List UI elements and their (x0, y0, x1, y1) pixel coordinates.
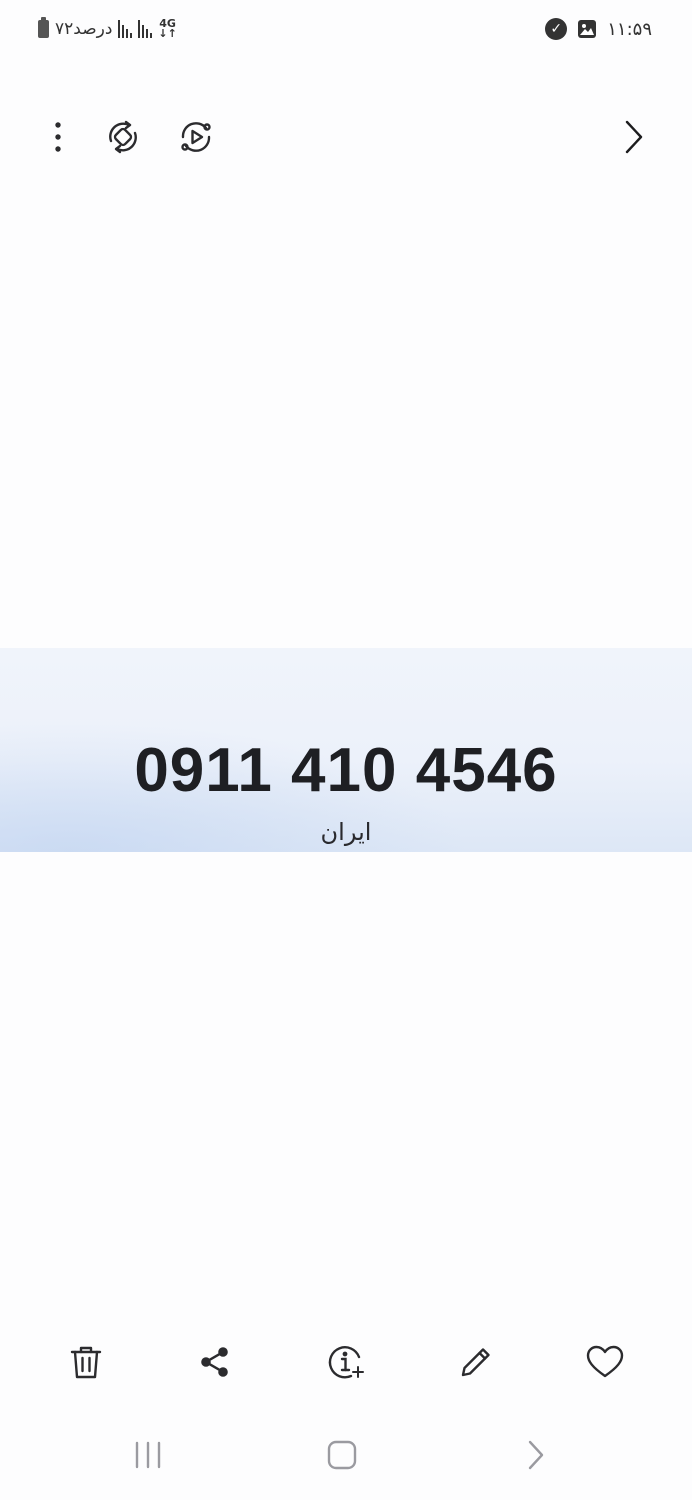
home-icon (327, 1440, 357, 1470)
auto-rotate-button[interactable] (101, 115, 145, 159)
favorite-button[interactable] (579, 1336, 631, 1388)
share-button[interactable] (189, 1336, 241, 1388)
battery-icon (38, 17, 49, 38)
back-button[interactable] (506, 1430, 566, 1480)
recent-apps-icon (135, 1441, 161, 1469)
next-button[interactable] (611, 115, 655, 159)
status-bar-left: ۷۲درصد 4G ↓↑ (38, 14, 177, 44)
status-bar: ۷۲درصد 4G ↓↑ ✓ ۱۱:۵۹ (0, 0, 692, 58)
shield-check-icon: ✓ (545, 18, 568, 40)
share-icon (201, 1347, 228, 1377)
info-icon (328, 1346, 364, 1379)
trash-icon (70, 1346, 102, 1379)
recent-apps-button[interactable] (118, 1430, 178, 1480)
network-type-badge: 4G ↓↑ (158, 17, 177, 40)
auto-rotate-icon (109, 120, 137, 154)
gallery-notification-icon (578, 20, 597, 38)
favorite-icon (586, 1345, 624, 1378)
motion-play-icon (181, 122, 211, 152)
signal-strength-icon (118, 20, 133, 38)
next-chevron-icon (625, 120, 643, 154)
network-type-label: 4G (159, 17, 176, 30)
signal-strength-icon-2 (138, 20, 153, 38)
status-bar-right: ✓ ۱۱:۵۹ (545, 14, 652, 44)
country-label: ایران (320, 818, 372, 846)
motion-play-button[interactable] (174, 115, 218, 159)
details-button[interactable] (320, 1336, 372, 1388)
edit-button[interactable] (450, 1336, 502, 1388)
more-options-icon (55, 122, 61, 152)
delete-button[interactable] (60, 1336, 112, 1388)
battery-percentage: ۷۲درصد (55, 19, 113, 39)
phone-number-text: 0911 410 4546 (134, 736, 558, 805)
back-icon (528, 1440, 544, 1470)
clock: ۱۱:۵۹ (607, 18, 652, 40)
edit-icon (461, 1348, 490, 1377)
more-options-button[interactable] (36, 115, 80, 159)
home-button[interactable] (312, 1430, 372, 1480)
